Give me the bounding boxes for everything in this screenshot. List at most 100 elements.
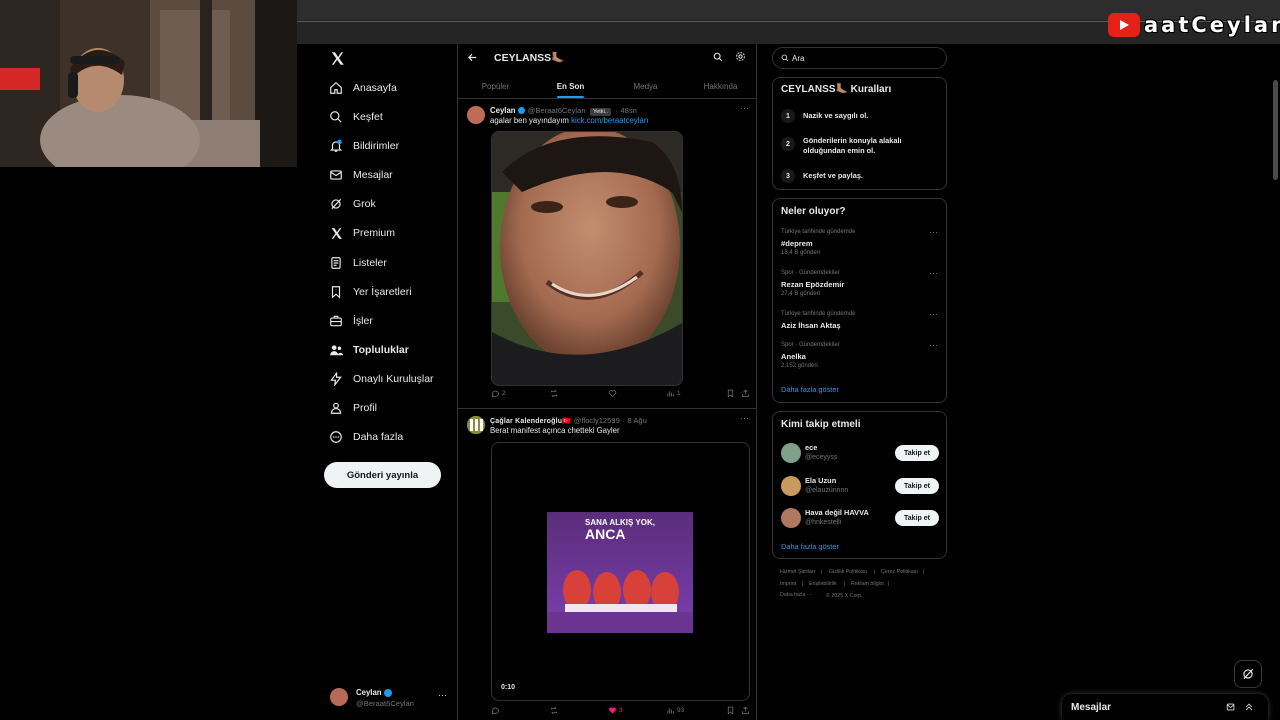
avatar xyxy=(467,416,485,434)
footer-link[interactable]: Erişilebilirlik xyxy=(809,581,837,587)
trend-item[interactable]: Türkiye tarihinde gündemde #deprem 18,4 … xyxy=(773,227,946,261)
avatar xyxy=(781,508,801,528)
grok-floating-button[interactable] xyxy=(1234,660,1262,688)
reply-button[interactable]: 2 xyxy=(491,389,506,398)
tweet-link[interactable]: kick.com/beraatceylan xyxy=(571,116,648,125)
reply-button[interactable] xyxy=(491,706,502,715)
repost-button[interactable] xyxy=(549,389,561,398)
trend-item[interactable]: Spor · Gündemdekiler Rezan Epözdemir 27,… xyxy=(773,268,946,302)
nav-verified-orgs[interactable]: Onaylı Kuruluşlar xyxy=(328,366,434,392)
views-button[interactable]: 93 xyxy=(666,706,684,715)
share-button[interactable] xyxy=(741,706,752,715)
bookmark-icon xyxy=(328,284,344,300)
tweet-card[interactable]: Çağlar Kalenderoğlu🇹🇷 @flocly12599 · 8 A… xyxy=(458,409,756,720)
tweet-author-name[interactable]: Çağlar Kalenderoğlu🇹🇷 xyxy=(490,418,571,425)
page-scrollbar[interactable] xyxy=(1273,80,1278,180)
search-input[interactable] xyxy=(792,53,932,63)
tweet-video[interactable]: SANA ALKIŞ YOK, ANCA 0:10 xyxy=(491,442,750,701)
follow-suggestion[interactable]: Ela Uzun @elauzunnnn Takip et xyxy=(773,474,946,500)
nav-grok[interactable]: Grok xyxy=(328,191,376,217)
bell-icon xyxy=(328,138,344,154)
post-button[interactable]: Gönderi yayınla xyxy=(324,462,441,488)
bookmark-button[interactable] xyxy=(726,389,737,398)
trend-item[interactable]: Türkiye tarihinde gündemde Aziz İhsan Ak… xyxy=(773,309,946,333)
more-dots-icon[interactable]: ··· xyxy=(438,690,447,700)
more-dots-icon[interactable]: ··· xyxy=(740,413,749,423)
nav-jobs[interactable]: İşler xyxy=(328,308,373,334)
nav-home[interactable]: Anasayfa xyxy=(328,75,397,101)
follow-suggestion[interactable]: ece @eceyyss Takip et xyxy=(773,441,946,467)
views-button[interactable]: 1 xyxy=(666,389,681,398)
follow-show-more-link[interactable]: Daha fazla göster xyxy=(781,542,839,551)
follow-suggestion[interactable]: Hava değil HAVVA @hnkestelli Takip et xyxy=(773,506,946,532)
tweet-text: agalar ben yayındayım kick.com/beraatcey… xyxy=(490,116,649,125)
copyright: © 2025 X Corp. xyxy=(826,593,863,599)
account-switcher[interactable]: Ceylan @Beraat6Ceylan ··· xyxy=(330,688,448,712)
messages-drawer-title: Mesajlar xyxy=(1071,701,1112,713)
gear-icon[interactable] xyxy=(735,51,746,62)
chevron-up-icon[interactable] xyxy=(1244,702,1254,712)
tab-about[interactable]: Hakkında xyxy=(683,74,756,98)
rule-number: 1 xyxy=(781,109,795,123)
new-message-icon[interactable] xyxy=(1226,702,1236,712)
back-arrow-icon[interactable] xyxy=(467,52,478,63)
tab-popular[interactable]: Popüler xyxy=(458,74,533,98)
nav-more[interactable]: Daha fazla xyxy=(328,424,403,450)
search-icon xyxy=(328,109,344,125)
account-name: Ceylan xyxy=(356,688,382,697)
footer-link[interactable]: Hizmet Şartları xyxy=(780,569,815,575)
tweet-author-handle[interactable]: @Beraat6Ceylan xyxy=(528,106,586,115)
trends-card: Neler oluyor? Türkiye tarihinde gündemde… xyxy=(772,198,947,403)
footer-link[interactable]: Gizlilik Politikası xyxy=(829,569,867,575)
tweet-author-name[interactable]: Ceylan xyxy=(490,106,516,115)
like-button[interactable]: 3 xyxy=(608,706,623,715)
trends-show-more-link[interactable]: Daha fazla göster xyxy=(781,385,839,394)
more-dots-icon[interactable]: ··· xyxy=(929,340,938,350)
nav-profile[interactable]: Profil xyxy=(328,395,377,421)
search-box[interactable] xyxy=(772,47,947,69)
tweet-image[interactable] xyxy=(491,131,683,386)
more-dots-icon[interactable]: ··· xyxy=(929,309,938,319)
more-dots-icon[interactable]: ··· xyxy=(740,103,749,113)
nav-bookmarks[interactable]: Yer İşaretleri xyxy=(328,279,412,305)
follow-button[interactable]: Takip et xyxy=(895,510,939,526)
tweet-card[interactable]: Ceylan @Beraat6Ceylan Yetki.. · 48sn ···… xyxy=(458,99,756,409)
footer-link[interactable]: Daha fazla ··· xyxy=(780,592,812,598)
tab-media[interactable]: Medya xyxy=(608,74,683,98)
x-premium-icon xyxy=(328,225,344,241)
who-to-follow-card: Kimi takip etmeli ece @eceyyss Takip et … xyxy=(772,411,947,559)
more-dots-icon[interactable]: ··· xyxy=(929,268,938,278)
rule-text: Keşfet ve paylaş. xyxy=(803,171,863,180)
messages-drawer[interactable]: Mesajlar xyxy=(1062,694,1268,720)
search-icon[interactable] xyxy=(713,52,723,62)
follow-button[interactable]: Takip et xyxy=(895,445,939,461)
x-logo-icon[interactable] xyxy=(330,51,345,66)
nav-premium[interactable]: Premium xyxy=(328,220,395,246)
nav-communities[interactable]: Topluluklar xyxy=(328,337,409,363)
main-timeline: CEYLANSS🦶🏽 Popüler En Son Medya Hakkında… xyxy=(457,44,757,720)
more-dots-icon[interactable]: ··· xyxy=(929,227,938,237)
briefcase-icon xyxy=(328,313,344,329)
community-title: CEYLANSS🦶🏽 xyxy=(494,52,565,64)
bookmark-button[interactable] xyxy=(726,706,737,715)
who-to-follow-title: Kimi takip etmeli xyxy=(781,419,861,430)
repost-button[interactable] xyxy=(549,706,561,715)
tweet-time[interactable]: 8 Ağu xyxy=(627,416,646,425)
tweet-time[interactable]: 48sn xyxy=(620,106,636,115)
mail-icon xyxy=(328,167,344,183)
follow-button[interactable]: Takip et xyxy=(895,478,939,494)
trend-item[interactable]: Spor · Gündemdekiler Anelka 2.152 gönder… xyxy=(773,340,946,374)
tweet-author-handle[interactable]: @flocly12599 xyxy=(574,416,620,425)
tab-latest[interactable]: En Son xyxy=(533,74,608,98)
footer-link[interactable]: Reklam bilgisi xyxy=(851,581,884,587)
footer-link[interactable]: Imprint xyxy=(780,581,796,587)
nav-lists[interactable]: Listeler xyxy=(328,250,387,276)
nav-explore[interactable]: Keşfet xyxy=(328,104,383,130)
nav-notifications[interactable]: Bildirimler xyxy=(328,133,399,159)
share-button[interactable] xyxy=(741,389,752,398)
gif-frame: SANA ALKIŞ YOK, ANCA xyxy=(547,512,693,633)
nav-messages[interactable]: Mesajlar xyxy=(328,162,393,188)
footer-link[interactable]: Çerez Politikası xyxy=(881,569,918,575)
like-button[interactable] xyxy=(608,389,619,398)
lightning-icon xyxy=(328,371,344,387)
